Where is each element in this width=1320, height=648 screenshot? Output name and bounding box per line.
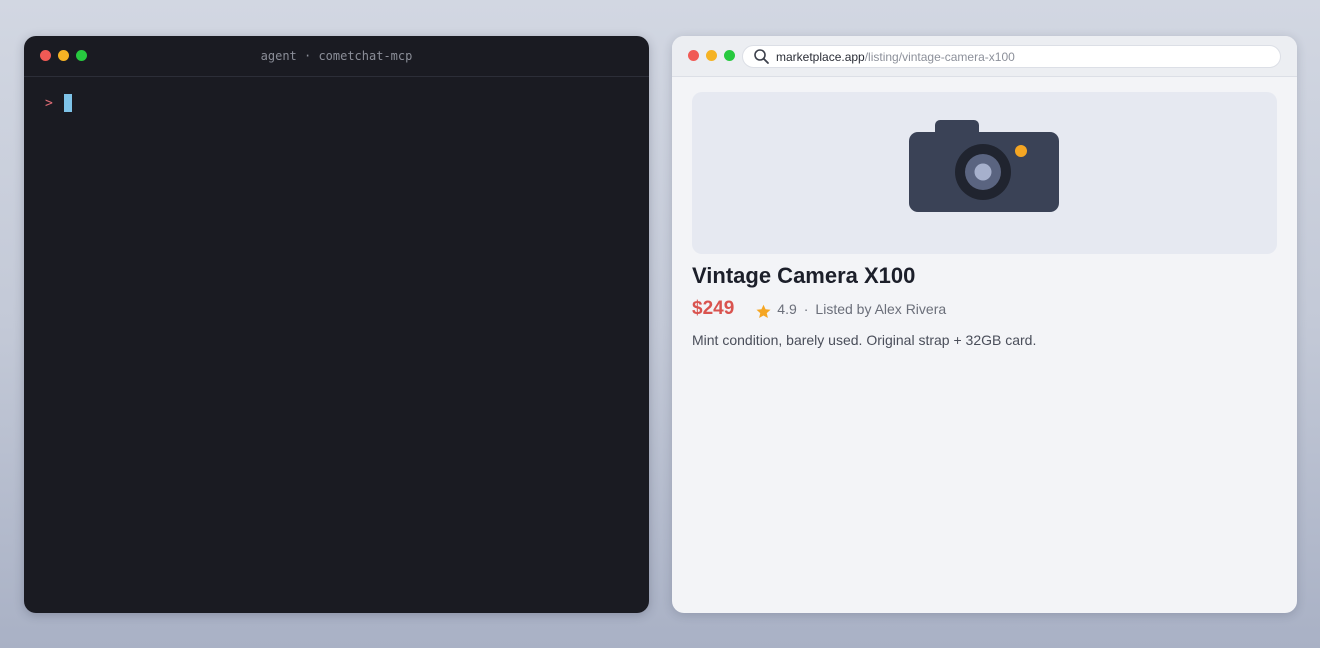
browser-toolbar: marketplace.app/listing/vintage-camera-x… <box>672 36 1297 77</box>
terminal-cursor <box>63 94 72 112</box>
listing-seller[interactable]: Listed by Alex Rivera <box>815 301 946 317</box>
terminal-input-line[interactable]: > <box>45 94 72 112</box>
listing-description: Mint condition, barely used. Original st… <box>692 332 1037 348</box>
maximize-window-button[interactable] <box>724 50 735 61</box>
star-icon <box>756 304 771 318</box>
url-path: /listing/vintage-camera-x100 <box>864 49 1015 64</box>
meta-separator: · <box>803 301 809 317</box>
listing-rating: 4.9 <box>777 301 797 317</box>
terminal-prompt: > <box>45 95 53 111</box>
browser-window: marketplace.app/listing/vintage-camera-x… <box>672 36 1297 613</box>
minimize-window-button[interactable] <box>706 50 717 61</box>
terminal-title: agent · cometchat-mcp <box>260 49 413 63</box>
close-window-button[interactable] <box>688 50 699 61</box>
listing-image <box>692 92 1277 254</box>
camera-icon <box>909 120 1059 212</box>
listing-price: $249 <box>692 298 735 319</box>
address-bar[interactable]: marketplace.app/listing/vintage-camera-x… <box>742 45 1281 68</box>
listing-title: Vintage Camera X100 <box>692 263 916 288</box>
terminal-titlebar: agent · cometchat-mcp <box>24 36 649 77</box>
url-host: marketplace.app <box>776 49 865 64</box>
terminal-window: agent · cometchat-mcp > <box>24 36 649 613</box>
listing-meta: $249 4.9 · Listed by Alex Rivera <box>692 298 946 320</box>
search-icon <box>754 49 769 64</box>
